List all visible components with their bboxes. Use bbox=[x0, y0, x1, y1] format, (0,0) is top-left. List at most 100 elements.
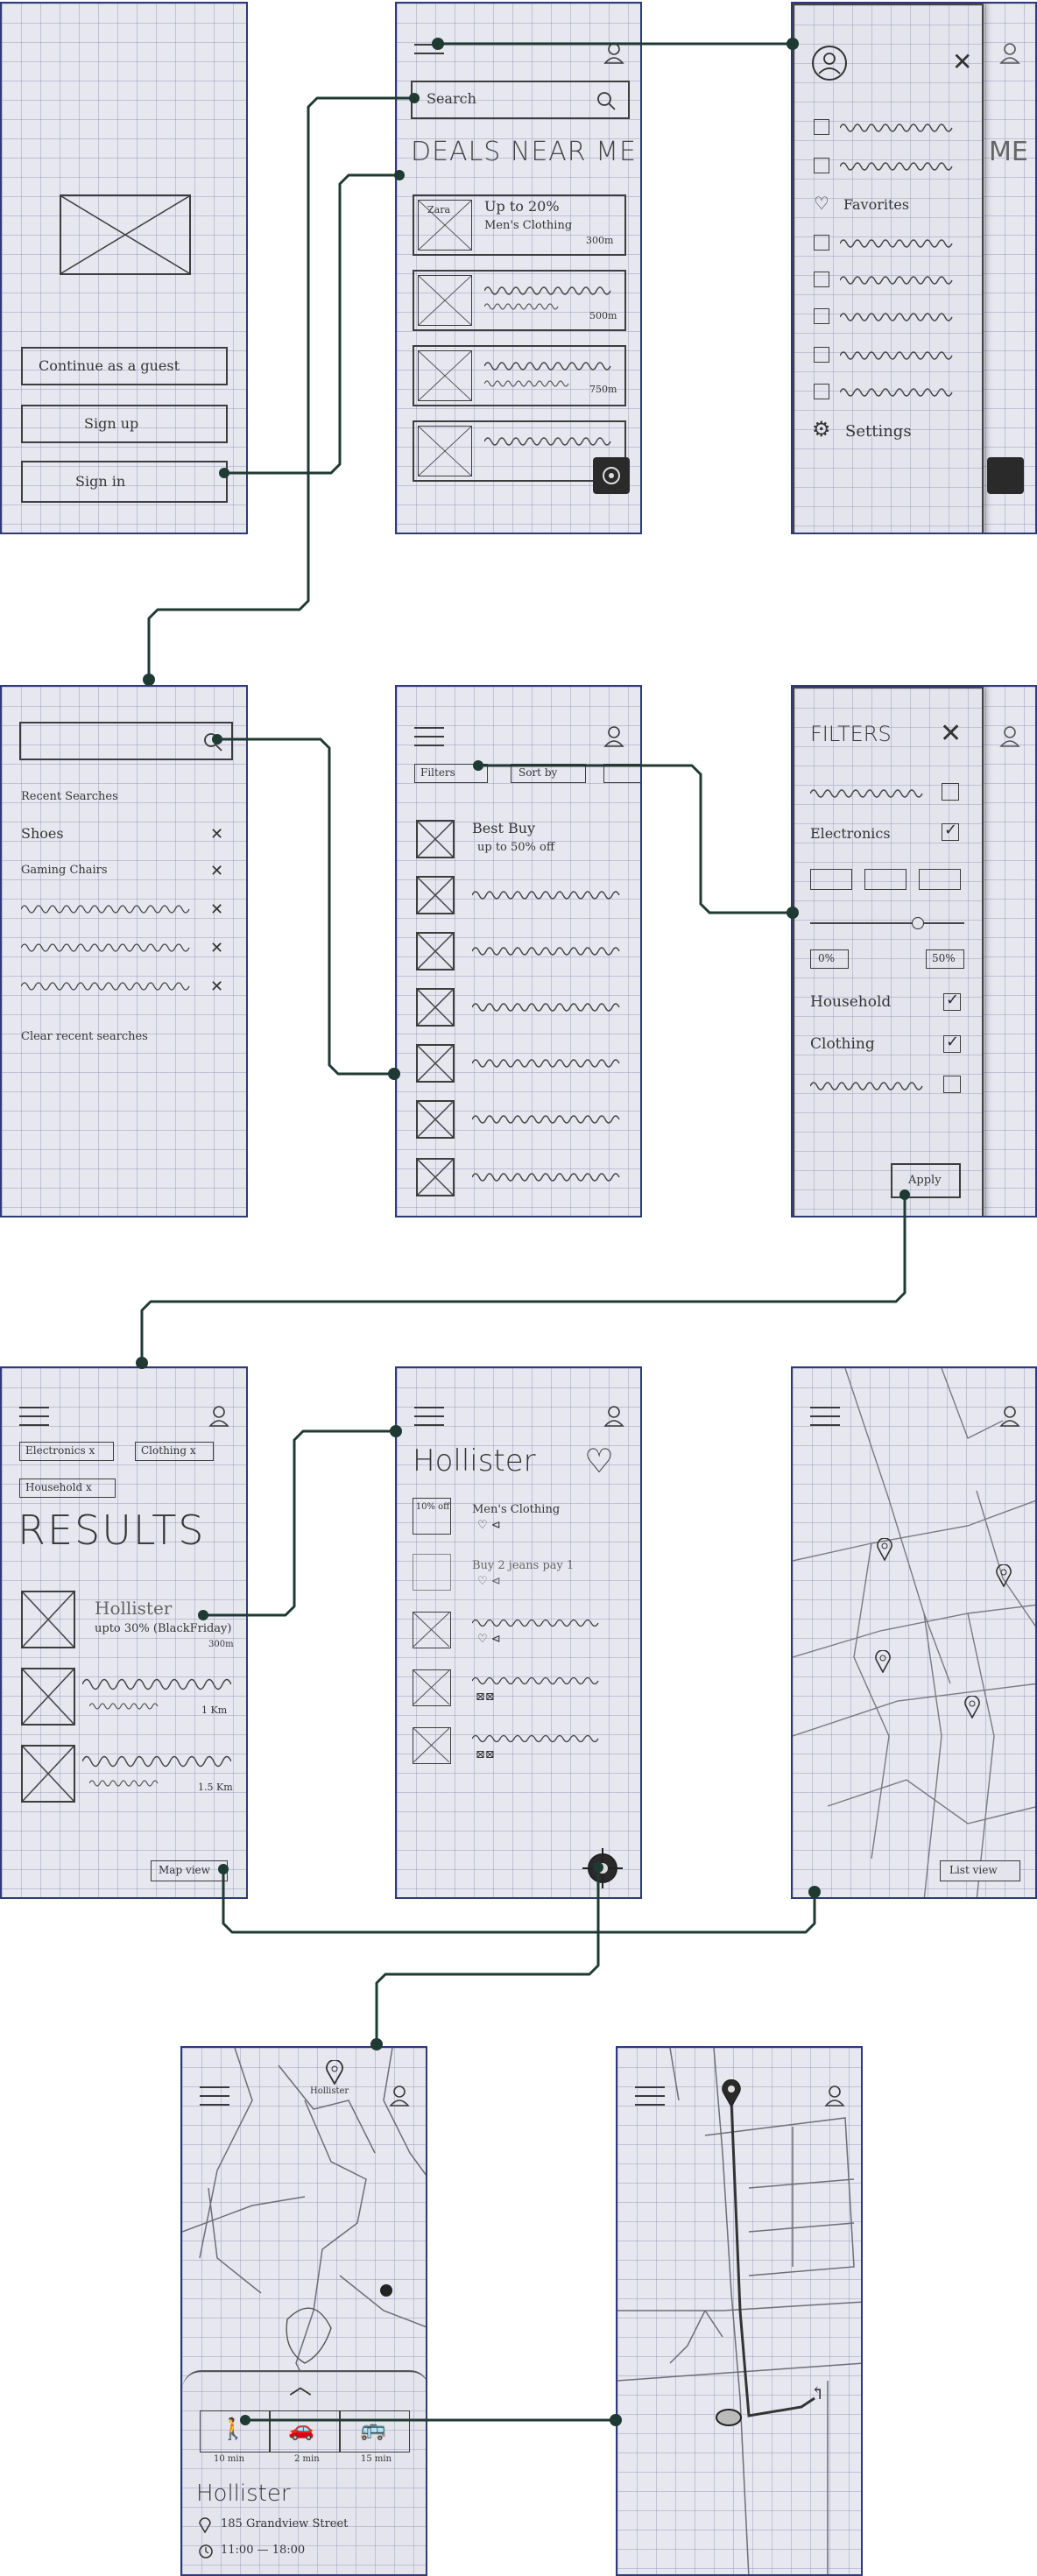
hamburger-icon[interactable] bbox=[414, 727, 444, 748]
deal-image-placeholder bbox=[413, 1669, 451, 1706]
clear-recent-searches-link[interactable]: Clear recent searches bbox=[21, 1030, 148, 1043]
location-fab[interactable] bbox=[593, 457, 630, 494]
menu-item-settings[interactable]: Settings bbox=[845, 422, 912, 441]
bus-option[interactable]: 🚌 bbox=[340, 2410, 410, 2452]
close-icon[interactable]: ✕ bbox=[940, 718, 962, 749]
close-icon[interactable]: ✕ bbox=[952, 47, 972, 76]
map-pin-icon[interactable] bbox=[964, 1696, 980, 1719]
deal-distance: 300m bbox=[586, 235, 614, 246]
scribble-text bbox=[840, 276, 953, 285]
deal-offer: Up to 20% bbox=[484, 198, 560, 215]
sort-chip[interactable]: Sort by bbox=[511, 764, 586, 783]
deal-line[interactable]: Buy 2 jeans pay 1 bbox=[472, 1559, 574, 1572]
map-view-button[interactable]: Map view bbox=[151, 1860, 228, 1881]
hamburger-icon[interactable] bbox=[414, 1407, 444, 1428]
filter-checkbox[interactable] bbox=[942, 783, 959, 801]
remove-icon[interactable]: ✕ bbox=[210, 900, 223, 919]
heart-icon: ♡ ⊲ bbox=[477, 1633, 501, 1646]
filter-checkbox-checked[interactable]: ✓ bbox=[943, 1033, 961, 1053]
profile-icon[interactable] bbox=[389, 2085, 410, 2107]
navigate-fab[interactable] bbox=[581, 1846, 624, 1890]
page-title: DEALS NEAR ME bbox=[411, 137, 638, 167]
search-icon bbox=[204, 733, 222, 752]
hamburger-icon[interactable] bbox=[200, 2086, 229, 2107]
remove-icon[interactable]: ✕ bbox=[210, 977, 223, 996]
connector-dot bbox=[143, 674, 155, 686]
filter-chip[interactable]: Electronics x bbox=[19, 1442, 114, 1461]
profile-icon[interactable] bbox=[603, 42, 624, 65]
list-view-button[interactable]: List view bbox=[940, 1860, 1020, 1881]
walk-option[interactable]: 🚶 bbox=[200, 2410, 270, 2452]
scribble-text bbox=[484, 380, 569, 387]
filters-chip[interactable]: Filters bbox=[414, 764, 488, 783]
max-value: 50% bbox=[932, 952, 956, 964]
remove-icon[interactable]: ✕ bbox=[210, 939, 223, 957]
map-pin-icon[interactable] bbox=[326, 2060, 343, 2085]
hamburger-icon[interactable] bbox=[414, 44, 444, 65]
map-pin-icon[interactable] bbox=[875, 1650, 891, 1673]
hamburger-icon[interactable] bbox=[810, 1407, 840, 1428]
option-chip[interactable] bbox=[919, 869, 961, 890]
heart-icon: ♡ ⊲ bbox=[477, 1519, 501, 1532]
profile-icon[interactable] bbox=[999, 1405, 1020, 1428]
profile-icon bbox=[999, 43, 1020, 64]
checkbox[interactable] bbox=[814, 347, 829, 363]
chip[interactable] bbox=[603, 764, 640, 783]
menu-item-favorites[interactable]: Favorites bbox=[843, 196, 909, 213]
screen-results: Electronics x Clothing x Household x RES… bbox=[0, 1366, 248, 1899]
background-title-fragment: ME bbox=[989, 137, 1028, 167]
apply-button[interactable]: Apply bbox=[891, 1163, 961, 1198]
max-value-field[interactable]: 50% bbox=[926, 949, 964, 969]
walk-icon: 🚶 bbox=[220, 2417, 246, 2441]
checkbox[interactable] bbox=[814, 308, 829, 324]
option-chip[interactable] bbox=[810, 869, 852, 890]
deal-image-placeholder bbox=[418, 275, 472, 326]
profile-icon[interactable] bbox=[603, 1405, 624, 1428]
location-fab bbox=[987, 457, 1024, 494]
map-pin-icon[interactable] bbox=[996, 1564, 1012, 1587]
deal-image-placeholder bbox=[413, 1727, 451, 1764]
map-pin-icon[interactable] bbox=[877, 1538, 892, 1561]
discount-slider[interactable] bbox=[810, 914, 964, 932]
slider-handle[interactable] bbox=[912, 917, 924, 929]
filter-chip[interactable]: Household x bbox=[19, 1479, 116, 1498]
favorite-heart-icon[interactable]: ♡ bbox=[584, 1442, 614, 1480]
filter-checkbox-checked[interactable]: ✓ bbox=[943, 991, 961, 1011]
checkbox[interactable] bbox=[814, 384, 829, 399]
deal-card[interactable]: Zara Up to 20% Men's Clothing 300m bbox=[413, 194, 626, 256]
remove-icon[interactable]: ✕ bbox=[210, 825, 223, 843]
option-chip[interactable] bbox=[864, 869, 906, 890]
profile-icon[interactable] bbox=[208, 1405, 229, 1428]
filter-checkbox-checked[interactable]: ✓ bbox=[942, 821, 959, 841]
profile-icon[interactable] bbox=[824, 2085, 845, 2107]
hamburger-icon[interactable] bbox=[635, 2086, 665, 2107]
deal-card[interactable]: 750m bbox=[413, 345, 626, 406]
drive-option[interactable]: 🚗 bbox=[270, 2410, 340, 2452]
min-value-field[interactable]: 0% bbox=[810, 949, 849, 969]
search-input[interactable]: Search bbox=[411, 81, 630, 119]
checkbox[interactable] bbox=[814, 272, 829, 287]
deal-card[interactable]: 500m bbox=[413, 270, 626, 331]
recent-search-item[interactable]: Shoes bbox=[21, 825, 64, 842]
chevron-up-icon[interactable]: ︿ bbox=[289, 2368, 312, 2401]
continue-guest-button[interactable]: Continue as a guest bbox=[21, 347, 228, 385]
search-input[interactable] bbox=[19, 722, 233, 760]
deal-line[interactable]: Men's Clothing bbox=[472, 1503, 560, 1516]
scribble-text bbox=[840, 351, 953, 360]
remove-icon[interactable]: ✕ bbox=[210, 862, 223, 880]
hamburger-icon[interactable] bbox=[19, 1407, 49, 1428]
checkbox[interactable] bbox=[814, 119, 829, 135]
filter-chip[interactable]: Clothing x bbox=[135, 1442, 214, 1461]
check-icon: ✓ bbox=[944, 821, 958, 839]
sign-in-button[interactable]: Sign in bbox=[21, 461, 228, 503]
sign-up-button[interactable]: Sign up bbox=[21, 405, 228, 443]
checkbox[interactable] bbox=[814, 158, 829, 173]
recent-search-item[interactable]: Gaming Chairs bbox=[21, 864, 108, 877]
item-store[interactable]: Best Buy bbox=[472, 820, 535, 836]
result-store[interactable]: Hollister bbox=[95, 1598, 172, 1619]
turn-arrow-icon: ↰ bbox=[810, 2382, 825, 2403]
profile-icon[interactable] bbox=[603, 725, 624, 748]
scribble-text bbox=[472, 1173, 620, 1182]
filter-checkbox[interactable] bbox=[943, 1076, 961, 1093]
checkbox[interactable] bbox=[814, 235, 829, 251]
